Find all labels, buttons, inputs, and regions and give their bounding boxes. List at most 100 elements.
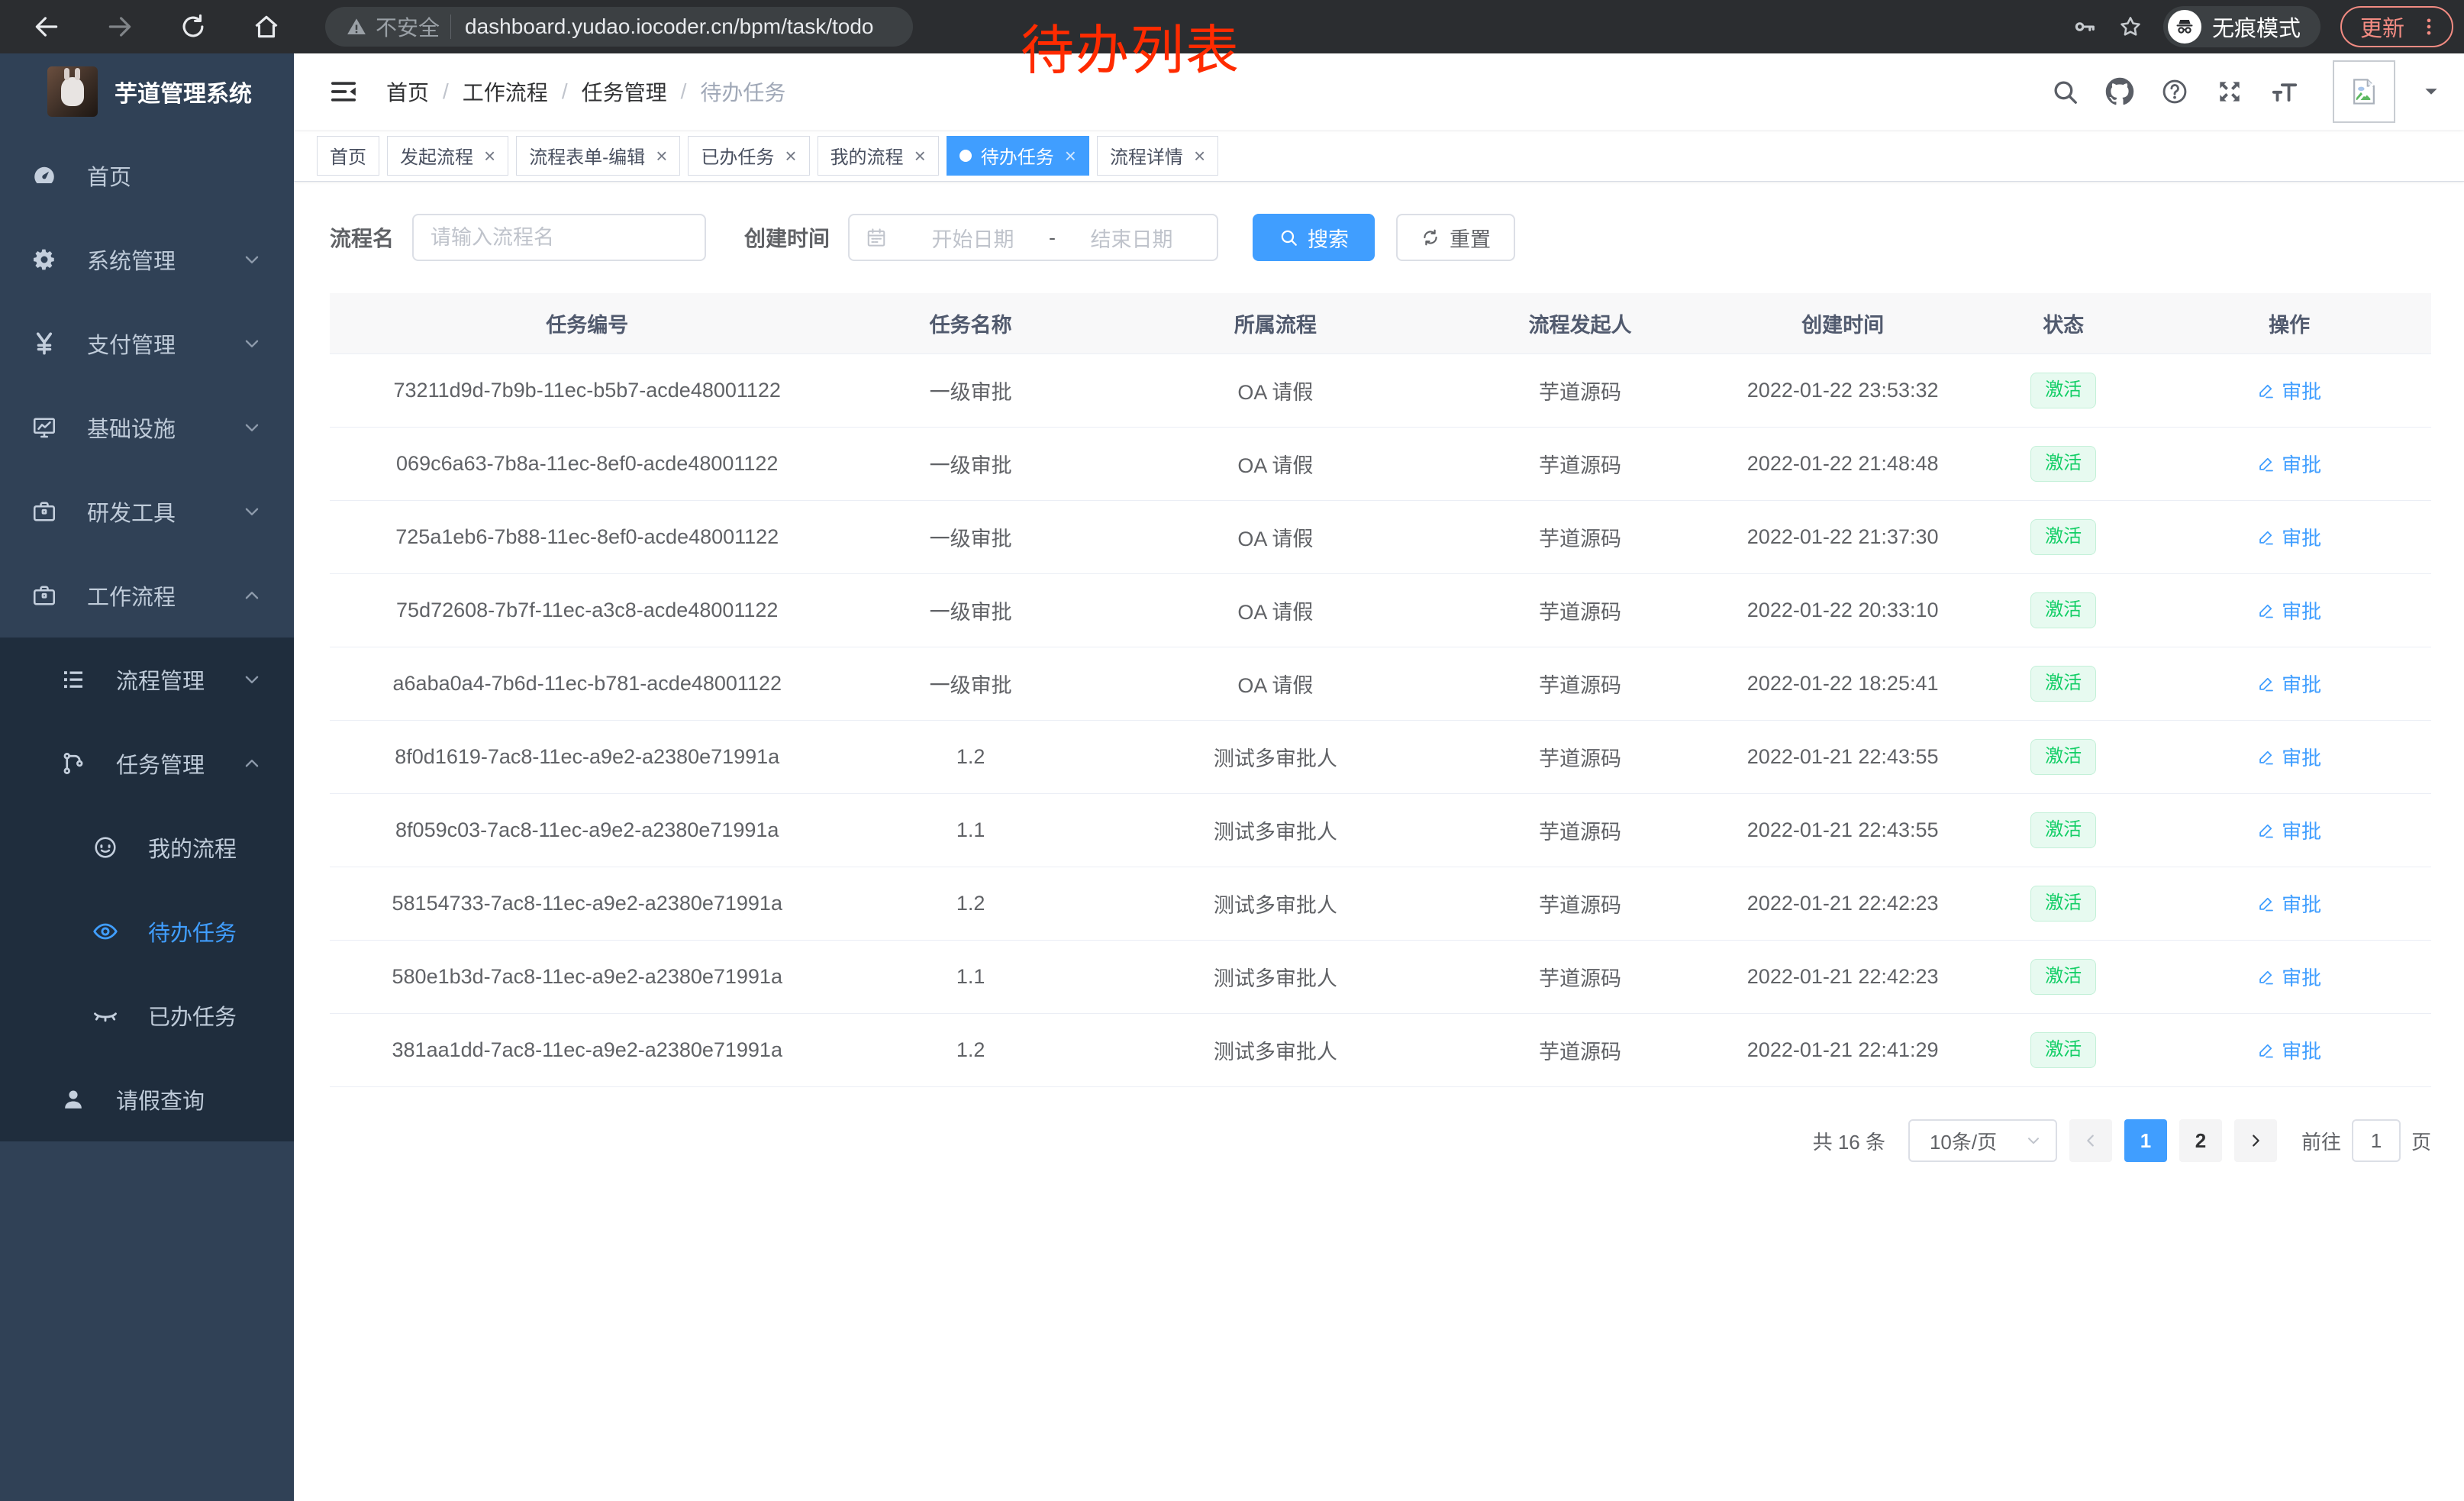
- browser-nav-icons: [32, 12, 281, 41]
- sidebar-item-支付管理[interactable]: 支付管理: [0, 302, 294, 386]
- refresh-icon: [1421, 228, 1440, 247]
- pagination: 共 16 条 10条/页 12 前往 页: [330, 1119, 2431, 1162]
- close-icon[interactable]: ×: [785, 146, 796, 166]
- start-date-input[interactable]: 开始日期: [903, 223, 1043, 253]
- approve-label: 审批: [2282, 963, 2321, 991]
- action-cell: 审批: [2147, 963, 2431, 992]
- sidebar-item-基础设施[interactable]: 基础设施: [0, 386, 294, 470]
- process-name-input[interactable]: [412, 214, 706, 261]
- next-page-button[interactable]: [2234, 1119, 2277, 1162]
- close-icon[interactable]: ×: [656, 146, 667, 166]
- sidebar-item-请假查询[interactable]: 请假查询: [0, 1057, 294, 1141]
- date-range-picker[interactable]: 开始日期 - 结束日期: [848, 214, 1218, 261]
- approve-link[interactable]: 审批: [2257, 1036, 2321, 1064]
- approve-link[interactable]: 审批: [2257, 670, 2321, 698]
- column-header-状态: 状态: [1979, 308, 2147, 338]
- filter-bar: 流程名 创建时间 开始日期 - 结束日期 搜索 重置: [330, 214, 2431, 261]
- url-text[interactable]: dashboard.yudao.iocoder.cn/bpm/task/todo: [465, 15, 873, 39]
- app-logo-row[interactable]: 芋道管理系统: [0, 53, 294, 130]
- search-button[interactable]: 搜索: [1253, 214, 1375, 261]
- approve-link[interactable]: 审批: [2257, 816, 2321, 844]
- address-bar[interactable]: 不安全 dashboard.yudao.iocoder.cn/bpm/task/…: [325, 7, 913, 47]
- sidebar-item-研发工具[interactable]: 研发工具: [0, 470, 294, 554]
- status-badge: 激活: [2030, 1032, 2096, 1068]
- status-cell: 激活: [1979, 812, 2147, 848]
- dots-vertical-icon[interactable]: [2418, 16, 2440, 37]
- sidebar-item-任务管理[interactable]: 任务管理: [0, 721, 294, 805]
- sidebar-item-待办任务[interactable]: 待办任务: [0, 889, 294, 973]
- goto-page-input[interactable]: [2352, 1119, 2401, 1162]
- text-size-icon[interactable]: [2270, 77, 2299, 106]
- breadcrumb-item[interactable]: 任务管理: [582, 76, 667, 107]
- status-badge: 激活: [2030, 666, 2096, 702]
- sidebar-item-系统管理[interactable]: 系统管理: [0, 218, 294, 302]
- end-date-input[interactable]: 结束日期: [1062, 223, 1201, 253]
- close-icon[interactable]: ×: [484, 146, 495, 166]
- sidebar-item-label: 任务管理: [116, 747, 205, 780]
- page-content: 流程名 创建时间 开始日期 - 结束日期 搜索 重置: [294, 182, 2464, 1501]
- page-button-1[interactable]: 1: [2124, 1119, 2167, 1162]
- approve-link[interactable]: 审批: [2257, 889, 2321, 918]
- tab-发起流程[interactable]: 发起流程×: [387, 136, 508, 176]
- prev-page-button[interactable]: [2069, 1119, 2112, 1162]
- breadcrumb-item[interactable]: 首页: [386, 76, 429, 107]
- fullscreen-icon[interactable]: [2215, 77, 2244, 106]
- tab-已办任务[interactable]: 已办任务×: [688, 136, 809, 176]
- key-icon[interactable]: [2072, 14, 2098, 40]
- sidebar-item-流程管理[interactable]: 流程管理: [0, 638, 294, 721]
- approve-label: 审批: [2282, 523, 2321, 551]
- task-name-cell: 1.1: [844, 818, 1096, 842]
- reset-button[interactable]: 重置: [1396, 214, 1515, 261]
- eye-closed-icon: [92, 1002, 119, 1029]
- avatar[interactable]: [2333, 60, 2395, 123]
- star-icon[interactable]: [2117, 14, 2143, 40]
- forward-icon[interactable]: [105, 12, 134, 41]
- starter-cell: 芋道源码: [1454, 376, 1706, 405]
- status-badge: 激活: [2030, 592, 2096, 628]
- approve-link[interactable]: 审批: [2257, 450, 2321, 478]
- create-time-cell: 2022-01-21 22:41:29: [1706, 1038, 1979, 1062]
- approve-link[interactable]: 审批: [2257, 376, 2321, 405]
- task-name-cell: 一级审批: [844, 449, 1096, 479]
- close-icon[interactable]: ×: [1065, 146, 1076, 166]
- edit-icon: [2257, 528, 2275, 546]
- incognito-label: 无痕模式: [2212, 11, 2301, 43]
- update-button[interactable]: 更新: [2340, 6, 2453, 47]
- update-label: 更新: [2360, 11, 2404, 43]
- action-cell: 审批: [2147, 450, 2431, 479]
- pagination-total: 共 16 条: [1813, 1127, 1885, 1155]
- breadcrumb-item[interactable]: 工作流程: [463, 76, 548, 107]
- incognito-badge: 无痕模式: [2163, 6, 2320, 47]
- sidebar-item-我的流程[interactable]: 我的流程: [0, 805, 294, 889]
- approve-link[interactable]: 审批: [2257, 596, 2321, 625]
- close-icon[interactable]: ×: [1194, 146, 1205, 166]
- close-icon[interactable]: ×: [914, 146, 926, 166]
- search-icon: [1279, 228, 1298, 247]
- action-cell: 审批: [2147, 889, 2431, 918]
- tab-流程表单-编辑[interactable]: 流程表单-编辑×: [516, 136, 680, 176]
- sidebar-item-工作流程[interactable]: 工作流程: [0, 554, 294, 638]
- tab-我的流程[interactable]: 我的流程×: [818, 136, 939, 176]
- search-icon[interactable]: [2050, 77, 2079, 106]
- tab-首页[interactable]: 首页: [317, 136, 379, 176]
- edit-icon: [2257, 894, 2275, 912]
- security-label[interactable]: 不安全: [376, 11, 440, 42]
- sidebar-item-已办任务[interactable]: 已办任务: [0, 973, 294, 1057]
- tab-流程详情[interactable]: 流程详情×: [1097, 136, 1218, 176]
- tab-待办任务[interactable]: 待办任务×: [947, 136, 1089, 176]
- process-name-label: 流程名: [330, 222, 394, 253]
- question-icon[interactable]: [2160, 77, 2189, 106]
- approve-link[interactable]: 审批: [2257, 743, 2321, 771]
- approve-link[interactable]: 审批: [2257, 523, 2321, 551]
- sidebar-item-首页[interactable]: 首页: [0, 134, 294, 218]
- reload-icon[interactable]: [179, 12, 208, 41]
- page-button-2[interactable]: 2: [2179, 1119, 2222, 1162]
- home-icon[interactable]: [252, 12, 281, 41]
- approve-link[interactable]: 审批: [2257, 963, 2321, 991]
- github-icon[interactable]: [2105, 77, 2134, 106]
- back-icon[interactable]: [32, 12, 61, 41]
- sidebar-item-label: 待办任务: [148, 915, 237, 947]
- caret-down-icon[interactable]: [2421, 82, 2441, 102]
- fold-icon[interactable]: [328, 76, 359, 107]
- page-size-select[interactable]: 10条/页: [1908, 1119, 2057, 1162]
